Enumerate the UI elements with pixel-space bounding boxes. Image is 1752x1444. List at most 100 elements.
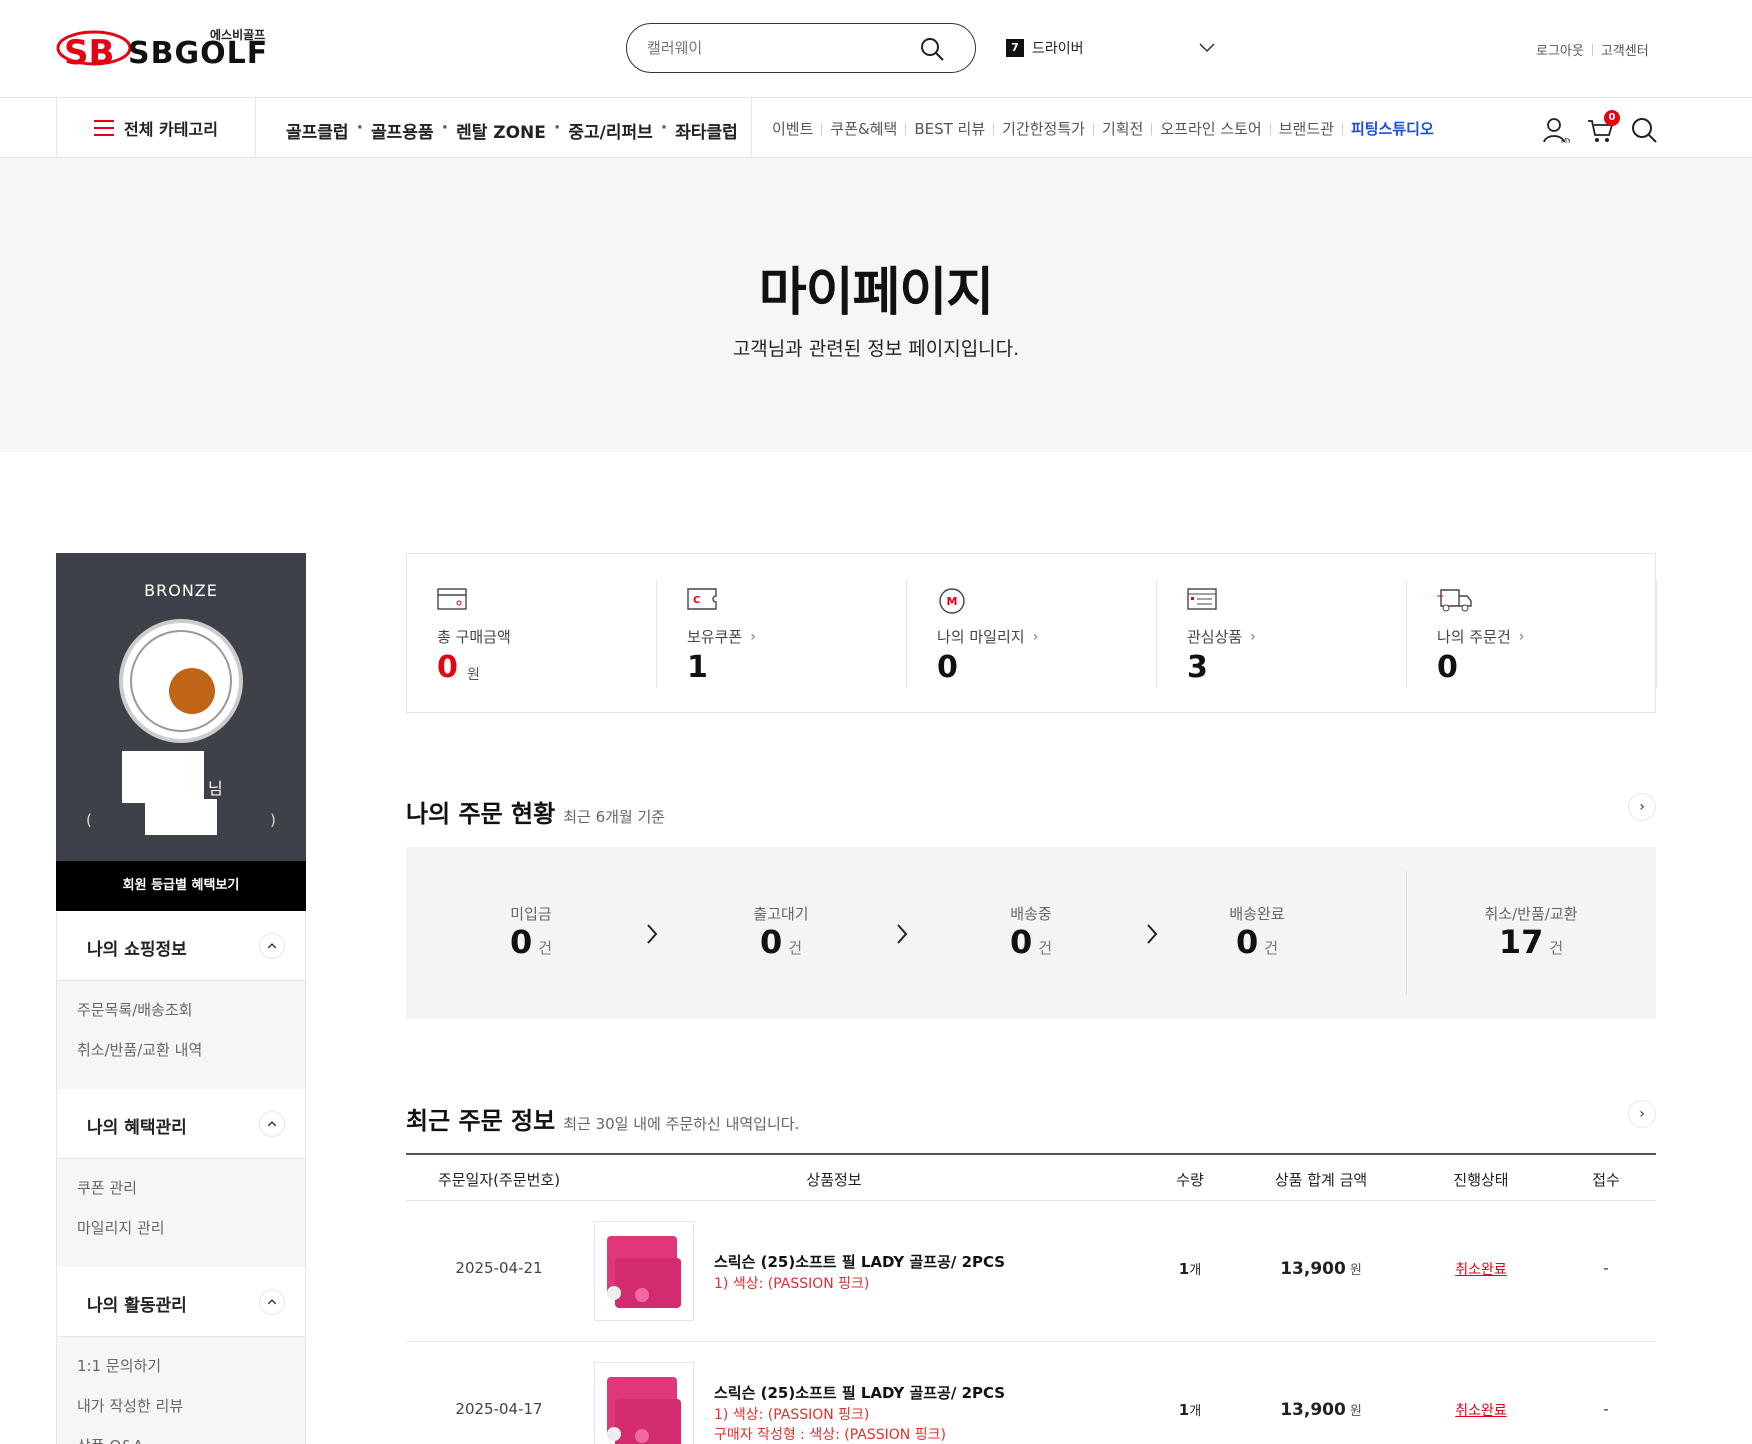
stat-value: 0 bbox=[1437, 650, 1458, 685]
all-category-button[interactable]: 전체 카테고리 bbox=[56, 98, 256, 158]
nav-limited-sale[interactable]: 기간한정특가 bbox=[1002, 118, 1085, 139]
status-label: 출고대기 bbox=[753, 905, 809, 923]
all-category-label: 전체 카테고리 bbox=[124, 120, 218, 139]
stat-total-purchase: 총 구매금액 0 원 bbox=[407, 554, 657, 712]
cart-count-badge: 0 bbox=[1604, 110, 1620, 126]
status-unpaid[interactable]: 미입금 0건 bbox=[406, 847, 656, 1019]
chevron-down-icon[interactable] bbox=[1198, 38, 1216, 56]
table-row: 2025-04-21 스릭슨 (25)소프트 필 LADY 골프공/ 2PCS … bbox=[406, 1201, 1656, 1342]
chevron-up-icon[interactable] bbox=[259, 1289, 285, 1315]
order-status-note: 최근 6개월 기준 bbox=[563, 808, 666, 826]
nav-used-refurb[interactable]: 중고/리퍼브 bbox=[568, 118, 652, 143]
menu-mileage-manage[interactable]: 마일리지 관리 bbox=[77, 1217, 305, 1257]
menu-order-list[interactable]: 주문목록/배송조회 bbox=[77, 999, 305, 1039]
stat-value: 0 bbox=[437, 650, 458, 685]
search-icon[interactable] bbox=[919, 36, 945, 62]
chevron-right-icon: › bbox=[1518, 628, 1525, 645]
stat-label: 관심상품 bbox=[1187, 628, 1243, 646]
nav-fitting-studio[interactable]: 피팅스튜디오 bbox=[1351, 118, 1434, 139]
order-status-more-button[interactable]: › bbox=[1628, 793, 1656, 821]
product-thumbnail[interactable] bbox=[594, 1362, 694, 1444]
menu-inquiry[interactable]: 1:1 문의하기 bbox=[77, 1355, 305, 1395]
col-product: 상품정보 bbox=[806, 1171, 862, 1189]
col-qty: 수량 bbox=[1176, 1171, 1204, 1189]
coupon-icon: C bbox=[687, 588, 717, 610]
menu-product-qna[interactable]: 상품 Q&A bbox=[77, 1435, 305, 1444]
stat-my-orders[interactable]: 나의 주문건 › 0 bbox=[1407, 554, 1657, 712]
menu-cancel-history[interactable]: 취소/반품/교환 내역 bbox=[77, 1039, 305, 1079]
logo-text[interactable]: SBGOLF bbox=[128, 36, 268, 71]
nav-golf-club[interactable]: 골프클럽 bbox=[286, 118, 349, 143]
order-amount: 13,900 원 bbox=[1280, 1400, 1362, 1420]
chevron-right-icon: › bbox=[1250, 628, 1256, 645]
top-header: SB 에스비골프 SBGOLF 7 드라이버 로그아웃 고객센터 bbox=[0, 0, 1752, 98]
search-icon[interactable] bbox=[1630, 116, 1658, 144]
nav-rental-zone[interactable]: 렌탈 ZONE bbox=[456, 118, 546, 143]
status-value: 0건 bbox=[759, 923, 803, 961]
avatar bbox=[119, 619, 243, 743]
menu-coupon-manage[interactable]: 쿠폰 관리 bbox=[77, 1177, 305, 1217]
order-date: 2025-04-17 bbox=[455, 1400, 543, 1418]
page-subtitle: 고객님과 관련된 정보 페이지입니다. bbox=[732, 338, 1020, 360]
stat-label: 총 구매금액 bbox=[437, 628, 511, 646]
list-icon bbox=[1187, 588, 1217, 610]
nav-brand[interactable]: 브랜드관 bbox=[1279, 118, 1334, 139]
status-label: 배송중 bbox=[1010, 905, 1052, 923]
stat-coupons[interactable]: C 보유쿠폰 › 1 bbox=[657, 554, 907, 712]
product-option: 1) 색상: (PASSION 핑크) bbox=[714, 1407, 870, 1423]
order-status-link[interactable]: 취소완료 bbox=[1406, 1259, 1556, 1279]
nav-offline-store[interactable]: 오프라인 스토어 bbox=[1160, 118, 1261, 139]
order-receipt: - bbox=[1603, 1400, 1609, 1418]
nav-golf-goods[interactable]: 골프용품 bbox=[371, 118, 434, 143]
section-benefits[interactable]: 나의 혜택관리 bbox=[56, 1089, 306, 1159]
order-status-panel: 미입금 0건 출고대기 0건 배송중 0건 배송완료 0건 취소/반품/교환 1… bbox=[406, 847, 1656, 1019]
search-box bbox=[626, 23, 976, 73]
section-items: 1:1 문의하기 내가 작성한 리뷰 상품 Q&A bbox=[56, 1337, 306, 1444]
status-ready[interactable]: 출고대기 0건 bbox=[656, 847, 906, 1019]
recent-orders-more-button[interactable]: › bbox=[1628, 1100, 1656, 1128]
grade-benefits-button[interactable]: 회원 등급별 혜택보기 bbox=[56, 861, 306, 911]
section-shopping-info[interactable]: 나의 쇼핑정보 bbox=[56, 911, 306, 981]
order-status-title: 나의 주문 현황 최근 6개월 기준 bbox=[406, 800, 666, 828]
nav-exhibition[interactable]: 기획전 bbox=[1102, 118, 1143, 139]
product-thumbnail[interactable] bbox=[594, 1221, 694, 1321]
order-qty: 1개 bbox=[1178, 1401, 1202, 1419]
nav-left-club[interactable]: 좌타클럽 bbox=[675, 118, 738, 143]
section-items: 쿠폰 관리 마일리지 관리 bbox=[56, 1159, 306, 1267]
section-activity[interactable]: 나의 활동관리 bbox=[56, 1267, 306, 1337]
chevron-right-icon: › bbox=[750, 628, 756, 645]
status-delivered[interactable]: 배송완료 0건 bbox=[1132, 847, 1382, 1019]
search-input[interactable] bbox=[647, 36, 907, 60]
chevron-up-icon[interactable] bbox=[259, 933, 285, 959]
customer-center-link[interactable]: 고객센터 bbox=[1601, 40, 1649, 59]
chevron-right-icon: › bbox=[1032, 628, 1039, 645]
cart-button[interactable]: 0 bbox=[1586, 110, 1620, 144]
sb-logo-mark-icon: SB bbox=[56, 30, 132, 72]
logout-link[interactable]: 로그아웃 bbox=[1536, 40, 1584, 59]
stat-label: 보유쿠폰 bbox=[687, 628, 743, 646]
hamburger-icon bbox=[94, 120, 115, 136]
stat-mileage[interactable]: M 나의 마일리지 › 0 bbox=[907, 554, 1157, 712]
popular-keyword[interactable]: 7 드라이버 bbox=[1006, 38, 1084, 58]
stat-wishlist[interactable]: 관심상품 › 3 bbox=[1157, 554, 1407, 712]
recent-orders-title: 최근 주문 정보 최근 30일 내에 주문하신 내역입니다. bbox=[406, 1107, 800, 1135]
stat-value: 0 bbox=[937, 650, 958, 685]
svg-text:M: M bbox=[947, 595, 958, 608]
product-name[interactable]: 스릭슨 (25)소프트 필 LADY 골프공/ 2PCS bbox=[714, 1382, 1005, 1403]
main-navbar: 전체 카테고리 골프클럽 · 골프용품 · 렌탈 ZONE · 중고/리퍼브 · 좌타클… bbox=[0, 98, 1752, 158]
truck-icon bbox=[1437, 589, 1472, 612]
user-icon[interactable]: MY bbox=[1542, 116, 1570, 144]
nav-event[interactable]: 이벤트 bbox=[772, 118, 813, 139]
stat-label: 나의 마일리지 bbox=[937, 628, 1025, 646]
svg-text:MY: MY bbox=[1561, 137, 1570, 144]
status-cancel-return[interactable]: 취소/반품/교환 17 건 bbox=[1406, 847, 1656, 1019]
chevron-up-icon[interactable] bbox=[259, 1111, 285, 1137]
order-amount: 13,900 원 bbox=[1280, 1259, 1362, 1279]
menu-my-reviews[interactable]: 내가 작성한 리뷰 bbox=[77, 1395, 305, 1435]
nav-best-review[interactable]: BEST 리뷰 bbox=[914, 118, 985, 139]
product-name[interactable]: 스릭슨 (25)소프트 필 LADY 골프공/ 2PCS bbox=[714, 1251, 1005, 1272]
nav-coupon[interactable]: 쿠폰&혜택 bbox=[830, 118, 897, 139]
stat-label: 나의 주문건 bbox=[1437, 628, 1511, 646]
order-status-link[interactable]: 취소완료 bbox=[1406, 1400, 1556, 1420]
status-shipping[interactable]: 배송중 0건 bbox=[906, 847, 1156, 1019]
